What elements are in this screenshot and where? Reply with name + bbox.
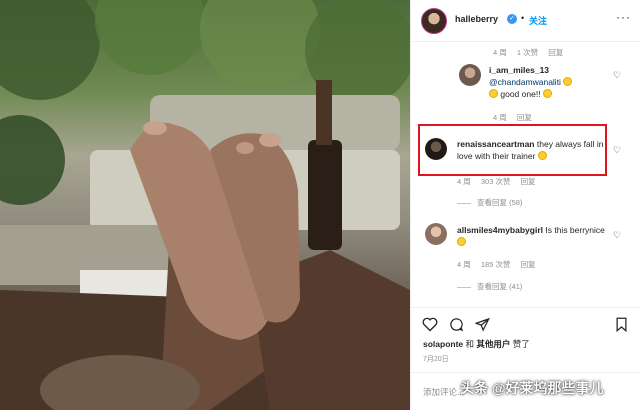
action-bar <box>411 307 640 337</box>
comment-age: 4 周 <box>493 48 507 57</box>
heart-icon[interactable]: ♡ <box>613 230 621 241</box>
more-icon[interactable]: ··· <box>616 10 631 24</box>
comment-age: 4 周 <box>457 177 471 186</box>
comment-avatar[interactable] <box>459 64 481 86</box>
comment-age: 4 周 <box>457 260 471 269</box>
likes-connector: 和 <box>463 339 477 349</box>
comment-text: Is this berrynice <box>545 225 605 235</box>
thinking-emoji-icon <box>457 237 466 246</box>
comment-avatar[interactable] <box>425 223 447 245</box>
comment-username[interactable]: renaissanceartman <box>457 139 535 149</box>
comment-i-am-miles: i_am_miles_13 @chandamwanaliti good one!… <box>489 64 609 100</box>
comment-renaissanceartman: renaissanceartman they always fall in lo… <box>457 138 605 162</box>
likes-line: solaponte 和 其他用户 赞了 <box>423 338 530 350</box>
heart-icon[interactable]: ♡ <box>613 145 621 156</box>
post-date[interactable]: 7月20日 <box>423 354 449 364</box>
comment-age: 4 周 <box>493 113 507 122</box>
bookmark-icon[interactable] <box>615 317 628 332</box>
share-icon[interactable] <box>475 317 490 332</box>
view-replies[interactable]: 查看回复 (58) <box>457 197 522 208</box>
laughing-emoji-icon <box>563 77 573 86</box>
reply-button[interactable]: 回复 <box>521 177 536 186</box>
comment-username[interactable]: allsmiles4mybabygirl <box>457 225 543 235</box>
follow-button[interactable]: 关注 <box>529 14 547 27</box>
comment-username[interactable]: i_am_miles_13 <box>489 65 549 75</box>
heart-icon[interactable]: ♡ <box>613 70 621 81</box>
comment-likes[interactable]: 1 次赞 <box>517 48 538 57</box>
comment-meta: 4 周 185 次赞 回复 <box>457 259 544 270</box>
heart-icon[interactable] <box>422 317 438 332</box>
reply-button[interactable]: 回复 <box>548 48 563 57</box>
post-header: halleberry ✓ • 关注 ··· <box>411 0 640 42</box>
comment-icon[interactable] <box>449 317 464 332</box>
comment-likes[interactable]: 185 次赞 <box>481 260 511 269</box>
view-replies[interactable]: 查看回复 (41) <box>457 281 522 292</box>
liked-by-others[interactable]: 其他用户 <box>476 339 510 349</box>
comment-mention[interactable]: @chandamwanaliti <box>489 77 561 87</box>
reply-button[interactable]: 回复 <box>521 260 536 269</box>
comment-text: good one!! <box>500 89 541 99</box>
comment-meta: 4 周 303 次赞 回复 <box>457 176 544 187</box>
comment-meta: 4 周 1 次赞 回复 <box>493 47 571 58</box>
comment-avatar[interactable] <box>425 138 447 160</box>
comment-meta: 4 周 回复 <box>493 112 540 123</box>
reply-button[interactable]: 回复 <box>517 113 532 122</box>
laughing-emoji-icon <box>489 89 498 98</box>
view-replies-label[interactable]: 查看回复 (58) <box>477 198 522 207</box>
laughing-emoji-icon <box>542 89 552 98</box>
add-comment-input[interactable]: 添加评论... <box>423 386 464 398</box>
feet-photo-illustration <box>0 0 410 410</box>
header-username[interactable]: halleberry <box>455 14 498 24</box>
laughing-emoji-icon <box>537 151 547 160</box>
view-replies-label[interactable]: 查看回复 (41) <box>477 282 522 291</box>
comment-likes[interactable]: 303 次赞 <box>481 177 511 186</box>
avatar[interactable] <box>421 8 447 34</box>
liked-by-user[interactable]: solaponte <box>423 339 463 349</box>
watermark: 头条 @好莱坞那些事儿 <box>460 380 604 396</box>
header-separator: • <box>521 13 525 23</box>
verified-icon: ✓ <box>507 14 517 24</box>
post-sidebar: halleberry ✓ • 关注 ··· 4 周 1 次赞 回复 i_am_m… <box>410 0 640 410</box>
comment-allsmiles: allsmiles4mybabygirl Is this berrynice <box>457 224 605 248</box>
likes-suffix: 赞了 <box>510 339 530 349</box>
post-photo[interactable] <box>0 0 410 410</box>
